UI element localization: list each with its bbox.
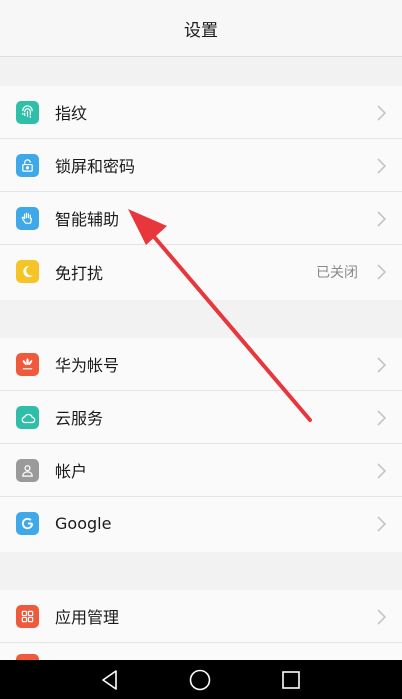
chevron-right-icon (377, 357, 387, 373)
settings-item-label: 免打扰 (55, 263, 104, 283)
settings-item-account[interactable]: 帐户 (0, 444, 402, 497)
moon-icon (16, 260, 39, 283)
chevron-right-icon (377, 410, 387, 426)
chevron-right-icon (377, 463, 387, 479)
recents-icon[interactable] (279, 668, 303, 692)
lock-screen-icon (16, 154, 39, 177)
settings-item-label: 应用管理 (55, 608, 120, 627)
hand-icon (16, 207, 39, 230)
cloud-icon (16, 406, 39, 429)
settings-item-app-management[interactable]: 应用管理 (0, 590, 402, 643)
settings-item-label: 智能辅助 (55, 210, 120, 229)
settings-item-label: Google (55, 514, 112, 533)
chevron-right-icon (377, 105, 387, 121)
huawei-icon (16, 353, 39, 376)
settings-item-fingerprint[interactable]: 指纹 (0, 86, 402, 139)
settings-item-lock-screen[interactable]: 锁屏和密码 (0, 139, 402, 192)
settings-item-label: 帐户 (55, 462, 88, 481)
system-navigation-bar (0, 660, 402, 699)
settings-item-do-not-disturb[interactable]: 免打扰 已关闭 (0, 245, 402, 298)
google-icon (16, 512, 39, 535)
chevron-right-icon (377, 609, 387, 625)
back-icon[interactable] (98, 668, 122, 692)
settings-group-security: 指纹 锁屏和密码 智能辅助 免打扰 已关闭 (0, 86, 402, 300)
chevron-right-icon (377, 516, 387, 532)
chevron-right-icon (377, 158, 387, 174)
fingerprint-icon (16, 101, 39, 124)
settings-item-smart-assist[interactable]: 智能辅助 (0, 192, 402, 245)
apps-icon (16, 605, 39, 628)
title-bar: 设置 (0, 0, 402, 57)
chevron-right-icon (377, 211, 387, 227)
home-icon[interactable] (188, 668, 212, 692)
account-icon (16, 459, 39, 482)
page-title: 设置 (184, 20, 218, 41)
settings-item-google[interactable]: Google (0, 497, 402, 550)
settings-item-label: 指纹 (55, 104, 88, 123)
settings-item-label: 华为帐号 (55, 356, 120, 375)
settings-item-label: 云服务 (55, 409, 104, 428)
settings-item-cloud-service[interactable]: 云服务 (0, 391, 402, 444)
settings-group-accounts: 华为帐号 云服务 帐户 Google (0, 338, 402, 552)
settings-group-apps: 应用管理 (0, 590, 402, 660)
settings-item-label: 锁屏和密码 (55, 157, 136, 176)
chevron-right-icon (377, 264, 387, 280)
status-text: 已关闭 (316, 264, 358, 281)
settings-item-huawei-id[interactable]: 华为帐号 (0, 338, 402, 391)
